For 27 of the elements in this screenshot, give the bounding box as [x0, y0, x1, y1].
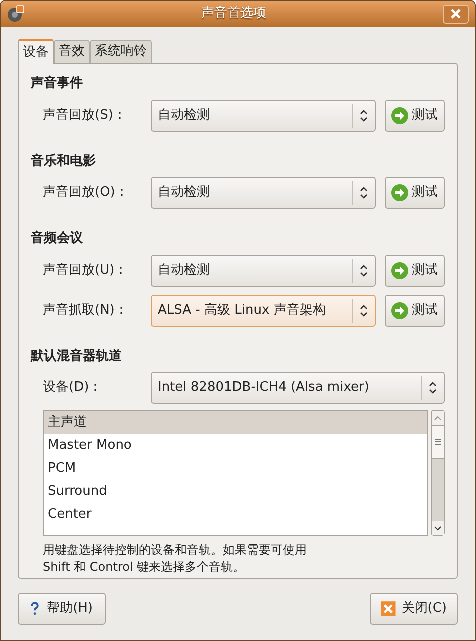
field-label: 声音回放(U)： — [43, 262, 129, 280]
section-title: 声音事件 — [31, 74, 84, 93]
tab[interactable]: 音效 — [54, 40, 90, 63]
dropdown[interactable]: 自动检测 — [151, 177, 376, 209]
test-button[interactable]: 测试 — [385, 177, 445, 209]
track-item[interactable]: 主声道 — [44, 411, 427, 434]
test-button[interactable]: 测试 — [385, 254, 445, 286]
tab[interactable]: 系统响铃 — [90, 40, 152, 63]
test-button[interactable]: 测试 — [385, 294, 445, 326]
section-title: 音频会议 — [31, 230, 84, 248]
close-dialog-button[interactable]: 关闭(C) — [370, 593, 458, 625]
section-title: 音乐和电影 — [31, 152, 97, 170]
dropdown[interactable]: ALSA - 高级 Linux 声音架构 — [151, 294, 376, 326]
window-title: 声音首选项 — [200, 5, 268, 24]
field-label: 声音回放(S)： — [43, 106, 128, 125]
test-button[interactable]: 测试 — [385, 100, 445, 132]
hint-text: Shift 和 Control 键来选择多个音轨。 — [43, 559, 246, 576]
dropdown[interactable]: 自动检测 — [151, 254, 376, 286]
field-label: 设备(D)： — [43, 379, 104, 398]
dropdown[interactable]: Intel 82801DB-ICH4 (Alsa mixer) — [151, 372, 445, 404]
dropdown[interactable]: 自动检测 — [151, 100, 376, 132]
section-title: 默认混音器轨道 — [31, 348, 123, 366]
field-label: 声音抓取(N)： — [43, 302, 129, 320]
field-label: 声音回放(O)： — [43, 184, 130, 202]
hint-text: 用键盘选择待控制的设备和音轨。如果需要可使用 — [43, 542, 308, 559]
help-button[interactable]: 帮助(H) — [18, 593, 106, 625]
tab[interactable]: 设备 — [18, 39, 54, 64]
